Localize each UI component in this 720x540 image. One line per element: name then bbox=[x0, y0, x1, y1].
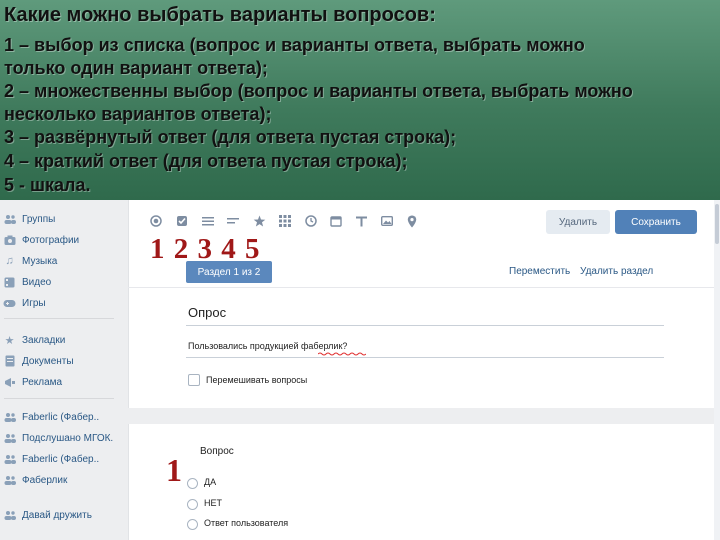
document-icon bbox=[3, 355, 16, 368]
sidebar-item-music[interactable]: ♫ Музыка bbox=[0, 251, 122, 271]
sidebar-item-group-faberlic-1[interactable]: Faberlic (Фабер.. bbox=[0, 407, 122, 427]
sidebar-item-label: Группы bbox=[22, 213, 56, 225]
scale-icon[interactable] bbox=[251, 213, 267, 229]
paragraph-icon[interactable] bbox=[200, 213, 216, 229]
sidebar-item-photos[interactable]: Фотографии bbox=[0, 230, 122, 250]
sidebar-item-group-faberlic-2[interactable]: Faberlic (Фабер.. bbox=[0, 449, 122, 469]
sidebar-item-groups[interactable]: Группы bbox=[0, 209, 122, 229]
save-button[interactable]: Сохранить bbox=[615, 210, 697, 234]
option-radio[interactable] bbox=[187, 478, 198, 489]
sidebar-item-label: Faberlic (Фабер.. bbox=[22, 453, 100, 465]
question-types-annotation: 1 2 3 4 5 bbox=[150, 233, 261, 265]
sidebar-item-label: Faberlic (Фабер.. bbox=[22, 411, 100, 423]
sidebar-item-label: Фаберлик bbox=[22, 474, 68, 486]
sidebar-item-video[interactable]: Видео bbox=[0, 272, 122, 292]
camera-icon bbox=[3, 234, 16, 247]
banner-line: несколько вариантов ответа); bbox=[4, 104, 272, 124]
option-label[interactable]: Ответ пользователя bbox=[204, 518, 288, 528]
sidebar-item-bookmarks[interactable]: ★ Закладки bbox=[0, 330, 122, 350]
sidebar-item-label: Музыка bbox=[22, 255, 58, 267]
sidebar-item-label: Подслушано МГОК. bbox=[22, 432, 114, 444]
option-label[interactable]: ДА bbox=[204, 477, 216, 487]
single-choice-annotation: 1 bbox=[166, 452, 182, 488]
video-icon bbox=[3, 276, 16, 289]
text-icon[interactable] bbox=[353, 213, 369, 229]
sidebar-item-label: Видео bbox=[22, 276, 52, 288]
clock-icon[interactable] bbox=[303, 213, 319, 229]
banner-title: Какие можно выбрать варианты вопросов: bbox=[4, 4, 436, 26]
megaphone-icon bbox=[3, 376, 16, 389]
sidebar-item-documents[interactable]: Документы bbox=[0, 351, 122, 371]
groups-icon bbox=[3, 453, 16, 466]
sidebar-item-group-faberlik[interactable]: Фаберлик bbox=[0, 470, 122, 490]
delete-button[interactable]: Удалить bbox=[546, 210, 610, 234]
section-separator bbox=[128, 287, 714, 288]
sidebar-item-group-podslushano[interactable]: Подслушано МГОК. bbox=[0, 428, 122, 448]
banner-line: 2 – множественны выбор (вопрос и вариант… bbox=[4, 81, 633, 101]
scrollbar[interactable] bbox=[714, 198, 720, 540]
groups-icon bbox=[3, 474, 16, 487]
groups-icon bbox=[3, 213, 16, 226]
groups-icon bbox=[3, 509, 16, 522]
banner-line: только один вариант ответа); bbox=[4, 58, 268, 78]
sidebar-item-ads[interactable]: Реклама bbox=[0, 372, 122, 392]
question-title[interactable]: Вопрос bbox=[200, 446, 234, 457]
sidebar-item-label: Фотографии bbox=[22, 234, 80, 246]
delete-section-link[interactable]: Удалить раздел bbox=[580, 266, 653, 277]
sidebar-item-label: Реклама bbox=[22, 376, 63, 388]
form-title-underline bbox=[186, 325, 664, 326]
shuffle-label: Перемешивать вопросы bbox=[206, 375, 308, 385]
sidebar-divider bbox=[4, 318, 114, 319]
form-description-underline bbox=[186, 357, 664, 358]
groups-icon bbox=[3, 411, 16, 424]
location-icon[interactable] bbox=[404, 213, 420, 229]
card-gap bbox=[128, 408, 714, 424]
gamepad-icon bbox=[3, 297, 16, 310]
option-label[interactable]: НЕТ bbox=[204, 498, 222, 508]
shuffle-checkbox[interactable] bbox=[188, 374, 200, 386]
groups-icon bbox=[3, 432, 16, 445]
banner-line: 5 - шкала. bbox=[4, 175, 91, 195]
music-icon: ♫ bbox=[5, 255, 14, 267]
move-section-link[interactable]: Переместить bbox=[509, 266, 570, 277]
radio-icon[interactable] bbox=[148, 213, 164, 229]
sidebar-item-label: Давай дружить bbox=[22, 509, 92, 521]
instruction-banner: Какие можно выбрать варианты вопросов: 1… bbox=[0, 0, 720, 200]
form-title[interactable]: Опрос bbox=[188, 305, 226, 320]
option-radio[interactable] bbox=[187, 519, 198, 530]
sidebar-item-label: Игры bbox=[22, 297, 46, 309]
image-icon[interactable] bbox=[379, 213, 395, 229]
checkbox-icon[interactable] bbox=[174, 213, 190, 229]
banner-line: 1 – выбор из списка (вопрос и варианты о… bbox=[4, 35, 585, 55]
grid-icon[interactable] bbox=[277, 213, 293, 229]
sidebar-item-games[interactable]: Игры bbox=[0, 293, 122, 313]
spellcheck-underline bbox=[318, 352, 366, 356]
scrollbar-thumb[interactable] bbox=[715, 204, 719, 244]
sidebar-item-group-davai-druzhit[interactable]: Давай дружить bbox=[0, 505, 122, 525]
short-text-icon[interactable] bbox=[225, 213, 241, 229]
star-icon: ★ bbox=[4, 334, 15, 347]
sidebar-divider bbox=[4, 398, 114, 399]
option-radio[interactable] bbox=[187, 499, 198, 510]
banner-line: 4 – краткий ответ (для ответа пустая стр… bbox=[4, 151, 408, 171]
sidebar-item-label: Документы bbox=[22, 355, 74, 367]
banner-line: 3 – развёрнутый ответ (для ответа пустая… bbox=[4, 127, 457, 147]
sidebar-item-label: Закладки bbox=[22, 334, 66, 346]
form-description[interactable]: Пользовались продукцией фаберлик? bbox=[188, 341, 347, 351]
calendar-icon[interactable] bbox=[328, 213, 344, 229]
